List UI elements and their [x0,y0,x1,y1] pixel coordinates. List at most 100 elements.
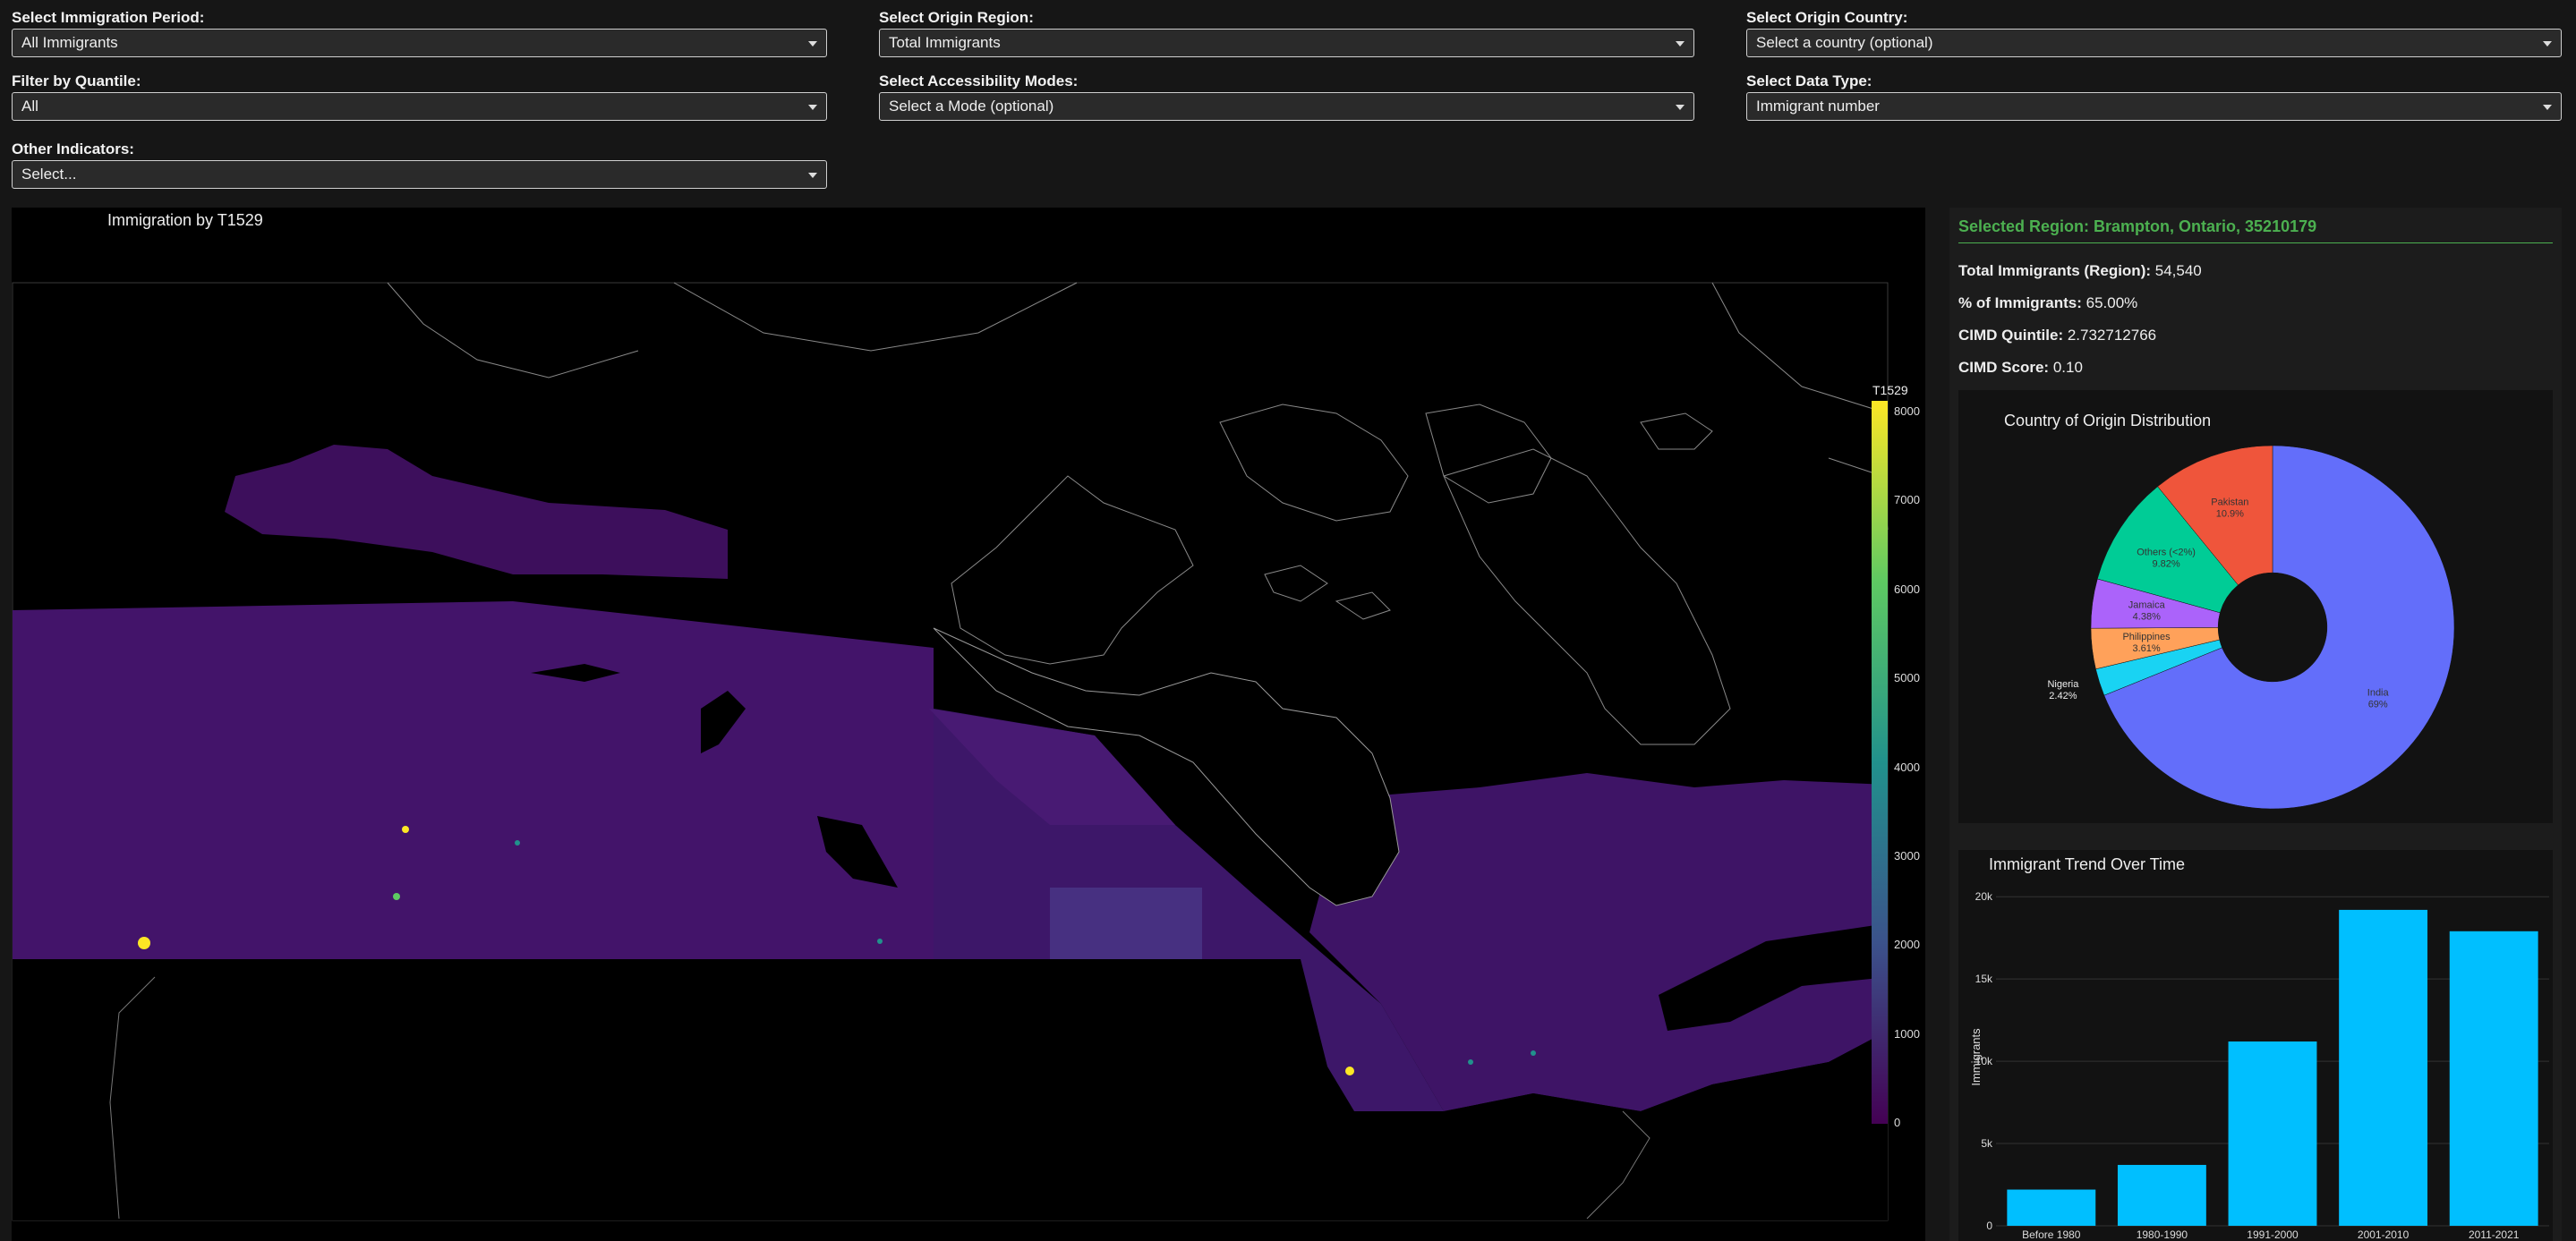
select-value: Select a country (optional) [1756,34,1933,51]
hotspot-ottawa [1468,1059,1473,1065]
pie-slice-percent: 10.9% [2216,508,2244,519]
immigration-period-select[interactable]: All Immigrants [12,29,827,57]
select-value: Select... [21,166,77,183]
y-axis-label: Immigrants [1969,1028,1983,1086]
hotspot-montreal [1531,1050,1536,1056]
colorbar-tick-label: 5000 [1894,671,1920,685]
bar-chart-svg[interactable]: 05k10k15k20kImmigrantsBefore 1980 1980-19… [1958,850,2553,1241]
bar[interactable] [2228,1041,2317,1226]
colorbar-tick-label: 8000 [1894,404,1920,418]
pie-chart-svg[interactable]: India69% Nigeria2.42% Philippines3.61% Jama… [1958,390,2553,823]
pie-slice-label: Philippines [2122,632,2171,642]
quantile-filter-select[interactable]: All [12,92,827,121]
stat-cimd-quintile: CIMD Quintile: 2.732712766 [1958,327,2156,344]
bar[interactable] [2117,1164,2206,1226]
arctic-island [1264,565,1328,602]
pie-slice-label: Nigeria [2047,679,2079,690]
chevron-down-icon [2543,41,2552,47]
other-indicators-control: Other Indicators: Select... [12,140,827,189]
accessibility-modes-label: Select Accessibility Modes: [879,72,1079,89]
hotspot-toronto [1345,1067,1354,1075]
chevron-down-icon [808,105,817,110]
colorbar-tick-label: 6000 [1894,582,1920,596]
bar[interactable] [2007,1189,2096,1226]
stat-total-immigrants: Total Immigrants (Region): 54,540 [1958,262,2202,280]
origin-pie-chart[interactable]: Country of Origin Distribution India 69% N… [1958,390,2553,823]
colorbar-tick-label: 1000 [1894,1026,1920,1041]
stat-cimd-score: CIMD Score: 0.10 [1958,359,2083,377]
colorbar-tick-label: 0 [1894,1116,1901,1129]
quantile-filter-label: Filter by Quantile: [12,72,141,89]
pie-slice-label: Jamaica [2128,599,2166,610]
bar[interactable] [2339,909,2428,1226]
chevron-down-icon [808,41,817,47]
pie-slice-label: Others (<2%) [2137,547,2196,557]
data-type-label: Select Data Type: [1746,72,1872,89]
data-type-control: Select Data Type: Immigrant number [1746,72,2562,121]
stat-value: 2.732712766 [2067,327,2157,344]
stat-value: 0.10 [2052,359,2083,376]
data-type-select[interactable]: Immigrant number [1746,92,2562,121]
hotspot-edmonton [393,893,400,900]
pie-slice-percent: 9.82% [2152,558,2179,569]
origin-region-label: Select Origin Region: [879,9,1034,26]
y-tick-label: 5k [1981,1137,1993,1150]
northern-region [225,445,728,579]
choropleth-map-panel[interactable]: Immigration by T1529 T1529 8000 7000 6000 5… [12,208,1925,1241]
arctic-coast [673,282,1078,352]
chevron-down-icon [1676,41,1685,47]
stat-label: CIMD Score: [1958,359,2050,376]
hotspot-winnipeg [877,939,883,944]
colorbar [1872,401,1888,1124]
stat-label: Total Immigrants (Region): [1958,262,2152,279]
divider [1958,242,2553,243]
x-tick-label: Before 1980 [2022,1228,2081,1241]
colorbar-tick-label: 4000 [1894,760,1920,774]
origin-region-select[interactable]: Total Immigrants [879,29,1694,57]
arctic-island [1425,404,1552,504]
x-tick-label: 1991-2000 [2247,1228,2299,1241]
origin-country-select[interactable]: Select a country (optional) [1746,29,2562,57]
pie-slice-label: India [2367,687,2390,698]
stat-label: % of Immigrants: [1958,294,2082,311]
arctic-island [1335,591,1391,620]
x-tick-label: 1980-1990 [2137,1228,2188,1241]
select-value: All [21,98,38,115]
greenland-coast [1711,282,1889,414]
colorbar-tick-label: 3000 [1894,848,1920,863]
chevron-down-icon [2543,105,2552,110]
pie-slice-percent: 2.42% [2049,691,2077,701]
bar[interactable] [2449,931,2538,1226]
stat-label: CIMD Quintile: [1958,327,2064,344]
other-indicators-label: Other Indicators: [12,140,134,157]
pie-slice-percent: 69% [2368,699,2388,710]
pie-slice-percent: 4.38% [2133,611,2161,622]
y-tick-label: 15k [1975,973,1993,985]
selected-region-heading: Selected Region: Brampton, Ontario, 3521… [1958,217,2317,235]
western-provinces [13,601,934,959]
y-tick-label: 0 [1986,1220,1992,1232]
colorbar-title: T1529 [1872,383,1908,397]
select-value: Immigrant number [1756,98,1880,115]
x-tick-label: 2011-2021 [2469,1228,2520,1241]
quantile-filter-control: Filter by Quantile: All [12,72,827,121]
stat-percent-immigrants: % of Immigrants: 65.00% [1958,294,2137,312]
arctic-coast [387,282,639,378]
stat-value: 65.00% [2086,294,2138,311]
immigrant-trend-chart[interactable]: Immigrant Trend Over Time 0 5k 10k 15k 20k Im… [1958,850,2553,1241]
hotspot-calgary [402,826,409,833]
origin-country-label: Select Origin Country: [1746,9,1908,26]
region-details-panel: Selected Region: Brampton, Ontario, 3521… [1949,208,2562,1241]
origin-country-control: Select Origin Country: Select a country … [1746,9,2562,57]
select-value: Select a Mode (optional) [889,98,1054,115]
select-value: All Immigrants [21,34,118,51]
colorbar-tick-label: 2000 [1894,938,1920,952]
choropleth-map[interactable] [12,208,1925,1241]
y-tick-label: 20k [1975,890,1993,903]
x-tick-label: 2001-2010 [2358,1228,2410,1241]
other-indicators-select[interactable]: Select... [12,160,827,189]
select-value: Total Immigrants [889,34,1001,51]
accessibility-modes-select[interactable]: Select a Mode (optional) [879,92,1694,121]
arctic-island [1219,404,1409,522]
hotspot-vancouver [138,937,150,949]
